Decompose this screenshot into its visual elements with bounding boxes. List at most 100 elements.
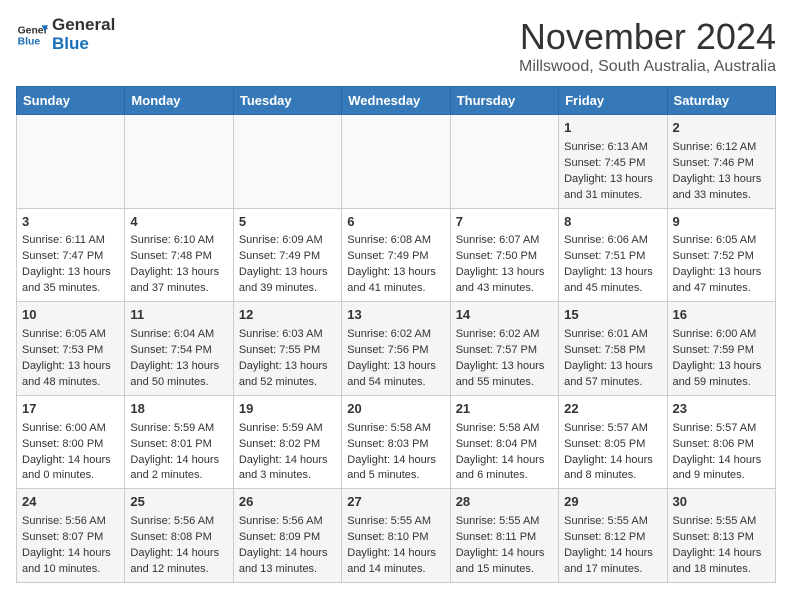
calendar-cell: 19 Sunrise: 5:59 AMSunset: 8:02 PMDayligh… <box>233 395 341 489</box>
day-info: Sunrise: 5:55 AM <box>456 514 553 530</box>
day-info: Daylight: 14 hours and 2 minutes. <box>130 453 227 485</box>
day-info: Sunset: 8:12 PM <box>564 530 661 546</box>
day-info: Sunrise: 6:13 AM <box>564 140 661 156</box>
calendar-cell: 7Sunrise: 6:07 AMSunset: 7:50 PMDaylight… <box>450 208 558 302</box>
day-info: Daylight: 13 hours and 48 minutes. <box>22 359 119 391</box>
day-info: Daylight: 13 hours and 37 minutes. <box>130 265 227 297</box>
month-title: November 2024 <box>519 16 776 58</box>
logo-blue: Blue <box>52 35 115 54</box>
calendar-cell: 3Sunrise: 6:11 AMSunset: 7:47 PMDaylight… <box>17 208 125 302</box>
day-info: Daylight: 13 hours and 54 minutes. <box>347 359 444 391</box>
day-number: 8 <box>564 213 661 232</box>
day-info: Daylight: 14 hours and 0 minutes. <box>22 453 119 485</box>
day-info: Sunset: 7:53 PM <box>22 343 119 359</box>
calendar-cell: 28Sunrise: 5:55 AMSunset: 8:11 PMDayligh… <box>450 489 558 583</box>
day-info: Sunset: 7:59 PM <box>673 343 770 359</box>
day-info: Sunrise: 5:56 AM <box>22 514 119 530</box>
day-info: Sunrise: 6:00 AM <box>22 421 119 437</box>
day-info: Sunrise: 6:10 AM <box>130 233 227 249</box>
calendar-cell: 9Sunrise: 6:05 AMSunset: 7:52 PMDaylight… <box>667 208 775 302</box>
day-info: Sunrise: 5:56 AM <box>130 514 227 530</box>
day-info: Daylight: 14 hours and 17 minutes. <box>564 546 661 578</box>
day-info: Daylight: 14 hours and 18 minutes. <box>673 546 770 578</box>
day-info: Sunset: 8:00 PM <box>22 437 119 453</box>
day-info: Daylight: 14 hours and 5 minutes. <box>347 453 444 485</box>
calendar-week-3: 10Sunrise: 6:05 AMSunset: 7:53 PMDayligh… <box>17 302 776 396</box>
location-subtitle: Millswood, South Australia, Australia <box>519 58 776 76</box>
calendar-cell: 30Sunrise: 5:55 AMSunset: 8:13 PMDayligh… <box>667 489 775 583</box>
col-header-wednesday: Wednesday <box>342 87 450 115</box>
calendar-cell: 8Sunrise: 6:06 AMSunset: 7:51 PMDaylight… <box>559 208 667 302</box>
calendar-cell: 22Sunrise: 5:57 AMSunset: 8:05 PMDayligh… <box>559 395 667 489</box>
svg-text:Blue: Blue <box>18 36 41 47</box>
day-info: Daylight: 13 hours and 59 minutes. <box>673 359 770 391</box>
day-number: 6 <box>347 213 444 232</box>
calendar-week-2: 3Sunrise: 6:11 AMSunset: 7:47 PMDaylight… <box>17 208 776 302</box>
calendar-cell: 14Sunrise: 6:02 AMSunset: 7:57 PMDayligh… <box>450 302 558 396</box>
day-info: Daylight: 14 hours and 8 minutes. <box>564 453 661 485</box>
day-info: Sunrise: 6:01 AM <box>564 327 661 343</box>
day-info: Sunset: 8:05 PM <box>564 437 661 453</box>
title-area: November 2024 Millswood, South Australia… <box>519 16 776 76</box>
day-info: Daylight: 13 hours and 47 minutes. <box>673 265 770 297</box>
day-number: 7 <box>456 213 553 232</box>
day-info: Sunrise: 6:04 AM <box>130 327 227 343</box>
day-info: Sunset: 8:10 PM <box>347 530 444 546</box>
calendar-cell: 29Sunrise: 5:55 AMSunset: 8:12 PMDayligh… <box>559 489 667 583</box>
logo-icon: General Blue <box>16 19 48 51</box>
day-info: Sunrise: 6:07 AM <box>456 233 553 249</box>
calendar-cell: 6Sunrise: 6:08 AMSunset: 7:49 PMDaylight… <box>342 208 450 302</box>
day-info: Sunset: 8:03 PM <box>347 437 444 453</box>
day-info: Sunset: 7:52 PM <box>673 249 770 265</box>
calendar-cell: 11Sunrise: 6:04 AMSunset: 7:54 PMDayligh… <box>125 302 233 396</box>
calendar-cell: 2Sunrise: 6:12 AMSunset: 7:46 PMDaylight… <box>667 115 775 209</box>
calendar-cell <box>17 115 125 209</box>
col-header-sunday: Sunday <box>17 87 125 115</box>
day-info: Sunset: 8:02 PM <box>239 437 336 453</box>
day-info: Sunset: 7:47 PM <box>22 249 119 265</box>
day-info: Daylight: 13 hours and 52 minutes. <box>239 359 336 391</box>
day-info: Daylight: 13 hours and 35 minutes. <box>22 265 119 297</box>
day-info: Sunset: 7:56 PM <box>347 343 444 359</box>
day-number: 17 <box>22 400 119 419</box>
day-number: 14 <box>456 306 553 325</box>
day-info: Daylight: 13 hours and 31 minutes. <box>564 172 661 204</box>
day-number: 27 <box>347 493 444 512</box>
day-info: Sunrise: 5:56 AM <box>239 514 336 530</box>
day-number: 24 <box>22 493 119 512</box>
day-info: Sunset: 7:50 PM <box>456 249 553 265</box>
calendar-cell: 24Sunrise: 5:56 AMSunset: 8:07 PMDayligh… <box>17 489 125 583</box>
day-info: Sunrise: 6:00 AM <box>673 327 770 343</box>
day-info: Sunrise: 6:11 AM <box>22 233 119 249</box>
col-header-friday: Friday <box>559 87 667 115</box>
day-info: Daylight: 14 hours and 3 minutes. <box>239 453 336 485</box>
col-header-thursday: Thursday <box>450 87 558 115</box>
calendar-cell: 26Sunrise: 5:56 AMSunset: 8:09 PMDayligh… <box>233 489 341 583</box>
day-info: Daylight: 13 hours and 41 minutes. <box>347 265 444 297</box>
day-info: Sunrise: 6:05 AM <box>673 233 770 249</box>
calendar-cell: 1Sunrise: 6:13 AMSunset: 7:45 PMDaylight… <box>559 115 667 209</box>
calendar-cell: 4Sunrise: 6:10 AMSunset: 7:48 PMDaylight… <box>125 208 233 302</box>
day-info: Daylight: 14 hours and 15 minutes. <box>456 546 553 578</box>
col-header-saturday: Saturday <box>667 87 775 115</box>
day-info: Sunrise: 5:57 AM <box>564 421 661 437</box>
day-info: Sunrise: 6:03 AM <box>239 327 336 343</box>
calendar-cell <box>450 115 558 209</box>
day-number: 28 <box>456 493 553 512</box>
calendar-week-5: 24Sunrise: 5:56 AMSunset: 8:07 PMDayligh… <box>17 489 776 583</box>
day-info: Daylight: 14 hours and 13 minutes. <box>239 546 336 578</box>
day-info: Sunrise: 6:12 AM <box>673 140 770 156</box>
logo: General Blue General Blue <box>16 16 115 53</box>
calendar-cell: 10Sunrise: 6:05 AMSunset: 7:53 PMDayligh… <box>17 302 125 396</box>
day-number: 19 <box>239 400 336 419</box>
calendar-cell: 27Sunrise: 5:55 AMSunset: 8:10 PMDayligh… <box>342 489 450 583</box>
day-info: Daylight: 13 hours and 50 minutes. <box>130 359 227 391</box>
day-info: Sunrise: 5:59 AM <box>239 421 336 437</box>
day-info: Sunset: 7:48 PM <box>130 249 227 265</box>
day-info: Sunset: 8:08 PM <box>130 530 227 546</box>
calendar-week-4: 17Sunrise: 6:00 AMSunset: 8:00 PMDayligh… <box>17 395 776 489</box>
day-number: 15 <box>564 306 661 325</box>
day-number: 2 <box>673 119 770 138</box>
day-info: Sunset: 7:45 PM <box>564 156 661 172</box>
day-info: Daylight: 14 hours and 9 minutes. <box>673 453 770 485</box>
